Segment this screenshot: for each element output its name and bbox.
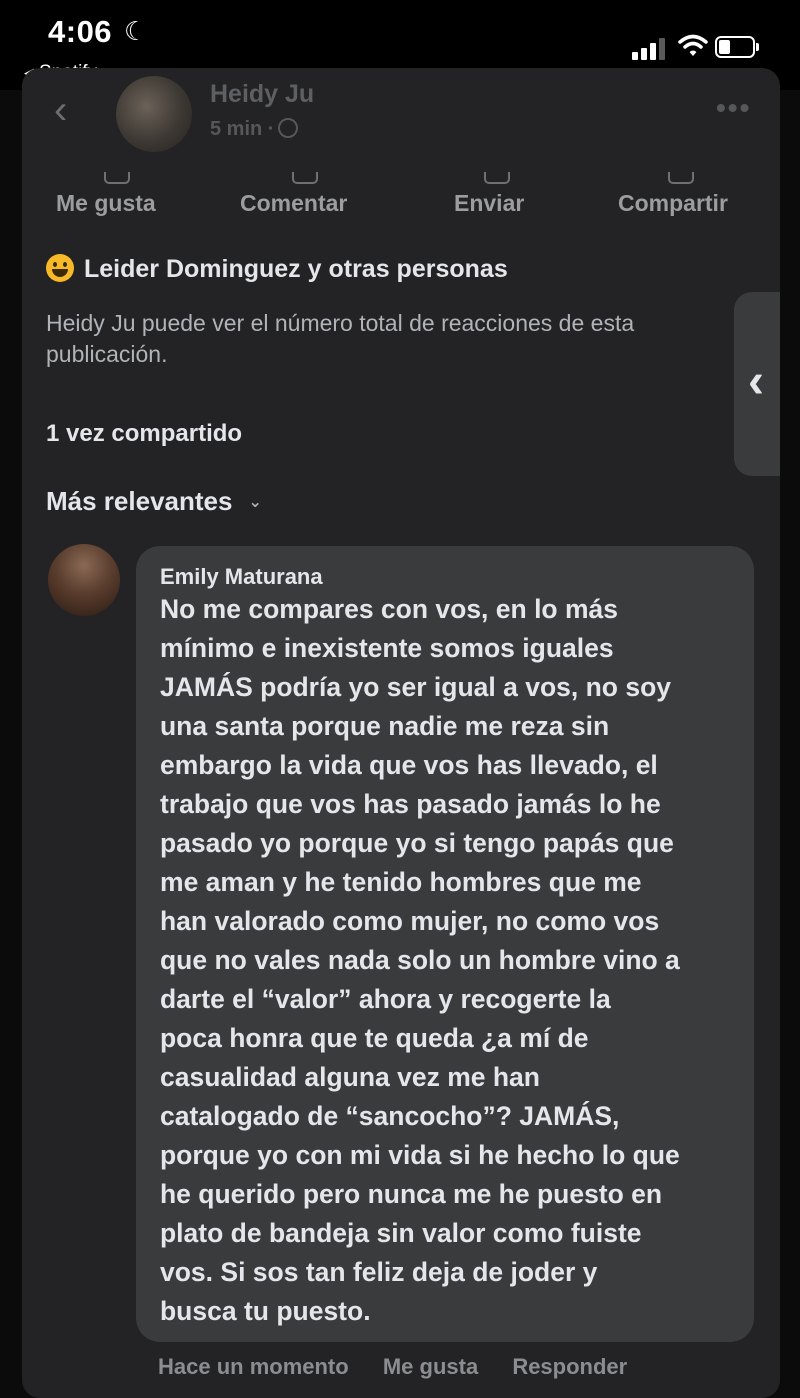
moon-icon: ☾ bbox=[124, 16, 148, 46]
reactions-summary[interactable]: Leider Dominguez y otras personas bbox=[46, 254, 508, 284]
post-panel: ‹ Heidy Ju 5 min · ••• Me gusta Comentar… bbox=[22, 68, 780, 1398]
share-icon bbox=[668, 172, 694, 184]
chevron-down-icon: ⌄ bbox=[248, 494, 262, 511]
comment-like-button[interactable]: Me gusta bbox=[383, 1354, 478, 1379]
reactions-label: Leider Dominguez y otras personas bbox=[84, 255, 508, 283]
post-actions: Me gusta Comentar Enviar Compartir bbox=[22, 168, 780, 228]
haha-reaction-icon bbox=[46, 254, 74, 282]
share-count[interactable]: 1 vez compartido bbox=[46, 420, 242, 448]
comment-footer: Hace un momento Me gusta Responder bbox=[158, 1354, 655, 1380]
reactions-privacy-note: Heidy Ju puede ver el número total de re… bbox=[46, 310, 635, 367]
like-label: Me gusta bbox=[56, 190, 156, 216]
more-options-icon[interactable]: ••• bbox=[716, 92, 751, 124]
chevron-left-icon: ‹ bbox=[748, 355, 764, 408]
like-icon bbox=[104, 172, 130, 184]
share-button[interactable]: Compartir bbox=[618, 172, 728, 217]
comment-time: Hace un momento bbox=[158, 1354, 349, 1379]
author-avatar[interactable] bbox=[116, 76, 192, 152]
post-time: 5 min · bbox=[210, 118, 275, 140]
like-button[interactable]: Me gusta bbox=[56, 172, 156, 217]
comment-bubble: Emily Maturana No me compares con vos, e… bbox=[136, 546, 754, 1342]
cellular-signal-icon bbox=[632, 38, 668, 60]
sort-label: Más relevantes bbox=[46, 486, 233, 516]
comment-sort-dropdown[interactable]: Más relevantes ⌄ bbox=[46, 486, 262, 517]
status-time: 4:06 bbox=[48, 14, 113, 49]
send-button[interactable]: Enviar bbox=[454, 172, 525, 217]
share-label: Compartir bbox=[618, 190, 728, 216]
globe-icon bbox=[278, 118, 299, 138]
post-meta: 5 min · bbox=[210, 118, 299, 141]
comment-text: No me compares con vos, en lo más mínimo… bbox=[160, 594, 680, 1326]
battery-icon bbox=[715, 36, 761, 60]
comment-label: Comentar bbox=[240, 190, 348, 216]
post-author[interactable]: Heidy Ju bbox=[210, 80, 314, 109]
send-label: Enviar bbox=[454, 190, 525, 216]
chevron-left-icon[interactable]: ‹ bbox=[54, 90, 82, 130]
side-drawer-handle[interactable]: ‹ bbox=[734, 292, 780, 476]
comment-reply-button[interactable]: Responder bbox=[512, 1354, 627, 1379]
comment-button[interactable]: Comentar bbox=[240, 172, 348, 217]
wifi-icon bbox=[678, 34, 708, 56]
send-icon bbox=[484, 172, 510, 184]
comment-icon bbox=[292, 172, 318, 184]
commenter-avatar[interactable] bbox=[48, 544, 120, 616]
post-header: ‹ Heidy Ju 5 min · ••• bbox=[22, 68, 780, 168]
comment-author[interactable]: Emily Maturana bbox=[160, 564, 323, 590]
